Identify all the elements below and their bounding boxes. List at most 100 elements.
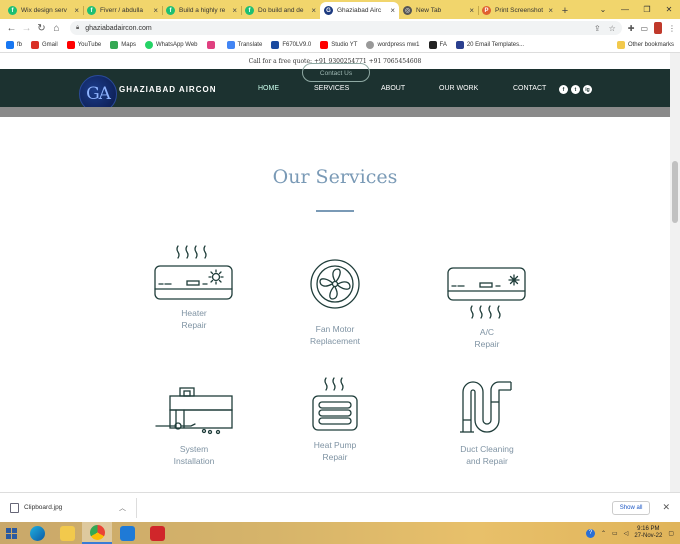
bookmark-item[interactable]: Gmail [31, 40, 58, 49]
bookmark-item[interactable]: Studio YT [320, 40, 358, 49]
bookmark-item[interactable] [206, 40, 218, 49]
profile-avatar[interactable] [654, 22, 662, 34]
extensions-icon[interactable]: ✚ [628, 24, 635, 33]
address-bar[interactable]: 🔒︎ ghaziabadaircon.com ⇪ ☆ [70, 21, 622, 35]
duct-icon [460, 381, 512, 433]
back-icon[interactable]: ← [4, 21, 19, 36]
new-tab-button[interactable]: + [557, 2, 573, 19]
lock-icon[interactable]: 🔒︎ [76, 25, 79, 32]
browser-tab[interactable]: f Do build and de × [241, 2, 320, 19]
browser-tab[interactable]: f Fiverr / abdulla × [83, 2, 162, 19]
other-bookmarks[interactable]: Other bookmarks [616, 40, 674, 49]
bookmark-label: Other bookmarks [627, 41, 674, 48]
chrome-icon[interactable] [82, 522, 112, 544]
translate-icon [226, 40, 235, 49]
instagram-icon[interactable]: ig [583, 85, 592, 94]
bookmark-item[interactable]: FA [428, 40, 447, 49]
network-icon[interactable]: ▭ [612, 530, 618, 537]
vscode-icon[interactable] [112, 522, 142, 544]
fan-icon [310, 259, 360, 309]
bookmark-star-icon[interactable]: ☆ [609, 24, 616, 33]
close-tab-icon[interactable]: × [469, 6, 474, 15]
tab-title: New Tab [416, 7, 442, 14]
brand-name[interactable]: GHAZIABAD AIRCON [119, 85, 216, 94]
close-tab-icon[interactable]: × [311, 6, 316, 15]
service-label: Heat Pump Repair [275, 440, 395, 463]
bookmark-item[interactable]: Translate [226, 40, 263, 49]
browser-tab[interactable]: f Wix design serv × [4, 2, 83, 19]
service-card[interactable]: Duct Cleaning and Repair [427, 380, 547, 467]
close-tab-icon[interactable]: × [548, 6, 553, 15]
chevron-up-icon[interactable]: ︿ [119, 503, 126, 513]
ac-unit-icon [447, 267, 526, 319]
title-underline [316, 210, 354, 212]
bookmark-item[interactable]: Maps [110, 40, 136, 49]
volume-icon[interactable]: ◁ [624, 530, 629, 537]
bookmark-item[interactable]: wordpress mw1 [366, 40, 420, 49]
page-scrollbar[interactable] [670, 53, 680, 492]
browser-tab[interactable]: f Build a highly re × [162, 2, 241, 19]
bookmark-label: fb [17, 41, 23, 48]
menu-home[interactable]: HOME [258, 85, 314, 92]
reading-list-icon[interactable]: ▭ [640, 24, 648, 33]
bookmark-label: 20 Email Templates... [466, 41, 525, 48]
clock-time: 9:16 PM [637, 525, 660, 532]
browser-tab-active[interactable]: G Ghaziabad Airc × [320, 2, 399, 19]
facebook-icon[interactable]: f [559, 85, 568, 94]
close-tab-icon[interactable]: × [74, 6, 79, 15]
bookmark-label: Translate [237, 41, 263, 48]
service-card[interactable]: A/C Repair [427, 266, 547, 350]
help-icon[interactable]: ? [585, 528, 595, 538]
chevron-up-icon[interactable]: ⌃ [601, 530, 606, 537]
menu-contact[interactable]: CONTACT [513, 85, 559, 92]
notifications-icon[interactable]: ▢ [668, 530, 674, 537]
close-tab-icon[interactable]: × [153, 6, 158, 15]
heat-pump-icon [312, 377, 358, 431]
bookmark-label: Maps [121, 41, 136, 48]
bookmark-item[interactable]: YouTube [66, 40, 102, 49]
close-window-icon[interactable]: ✕ [658, 0, 680, 19]
acrobat-icon[interactable] [142, 522, 172, 544]
service-card[interactable]: System Installation [134, 386, 254, 467]
bookmark-label: YouTube [77, 41, 102, 48]
service-label-line: Repair [474, 338, 500, 349]
browser-tab[interactable]: P Print Screenshot × [478, 2, 557, 19]
contact-us-button[interactable]: Contact Us [302, 63, 370, 82]
scrollbar-thumb[interactable] [672, 161, 678, 223]
share-icon[interactable]: ⇪ [594, 24, 601, 33]
menu-kebab-icon[interactable]: ⋮ [668, 24, 676, 33]
forward-icon[interactable]: → [19, 21, 34, 36]
zte-icon [271, 40, 280, 49]
printscreen-favicon-icon: P [482, 6, 491, 15]
service-label-line: Heat Pump [313, 440, 357, 450]
edge-icon[interactable] [22, 522, 52, 544]
fa-icon [428, 40, 437, 49]
minimize-icon[interactable]: — [614, 0, 636, 19]
show-all-button[interactable]: Show all [611, 500, 651, 515]
home-icon[interactable]: ⌂ [49, 21, 64, 36]
twitter-icon[interactable]: t [571, 85, 580, 94]
service-card[interactable]: Heat Pump Repair [275, 376, 395, 463]
service-card[interactable]: Heater Repair [134, 242, 254, 331]
download-item[interactable]: Clipboard.jpg ︿ [10, 502, 126, 513]
tab-search-icon[interactable]: ⌄ [592, 0, 614, 19]
menu-our-work[interactable]: OUR WORK [439, 85, 513, 92]
clock[interactable]: 9:16 PM 27-Nov-22 [634, 526, 662, 541]
close-icon[interactable]: ✕ [662, 502, 670, 513]
menu-services[interactable]: SERVICES [314, 85, 381, 92]
close-tab-icon[interactable]: × [390, 6, 395, 15]
bookmark-item[interactable]: fb [6, 40, 23, 49]
maximize-icon[interactable]: ❐ [636, 0, 658, 19]
bookmark-label: Studio YT [331, 41, 358, 48]
menu-about[interactable]: ABOUT [381, 85, 439, 92]
bookmark-item[interactable]: F670LV9.0 [271, 40, 311, 49]
file-explorer-icon[interactable] [52, 522, 82, 544]
bookmark-item[interactable]: WhatsApp Web [144, 40, 198, 49]
close-tab-icon[interactable]: × [232, 6, 237, 15]
tab-title: Build a highly re [179, 7, 226, 14]
bookmark-item[interactable]: 20 Email Templates... [455, 40, 525, 49]
service-card[interactable]: Fan Motor Replacement [275, 258, 395, 347]
reload-icon[interactable]: ↻ [34, 21, 49, 36]
browser-tab[interactable]: ◎ New Tab × [399, 2, 478, 19]
windows-start-icon[interactable] [0, 522, 22, 544]
